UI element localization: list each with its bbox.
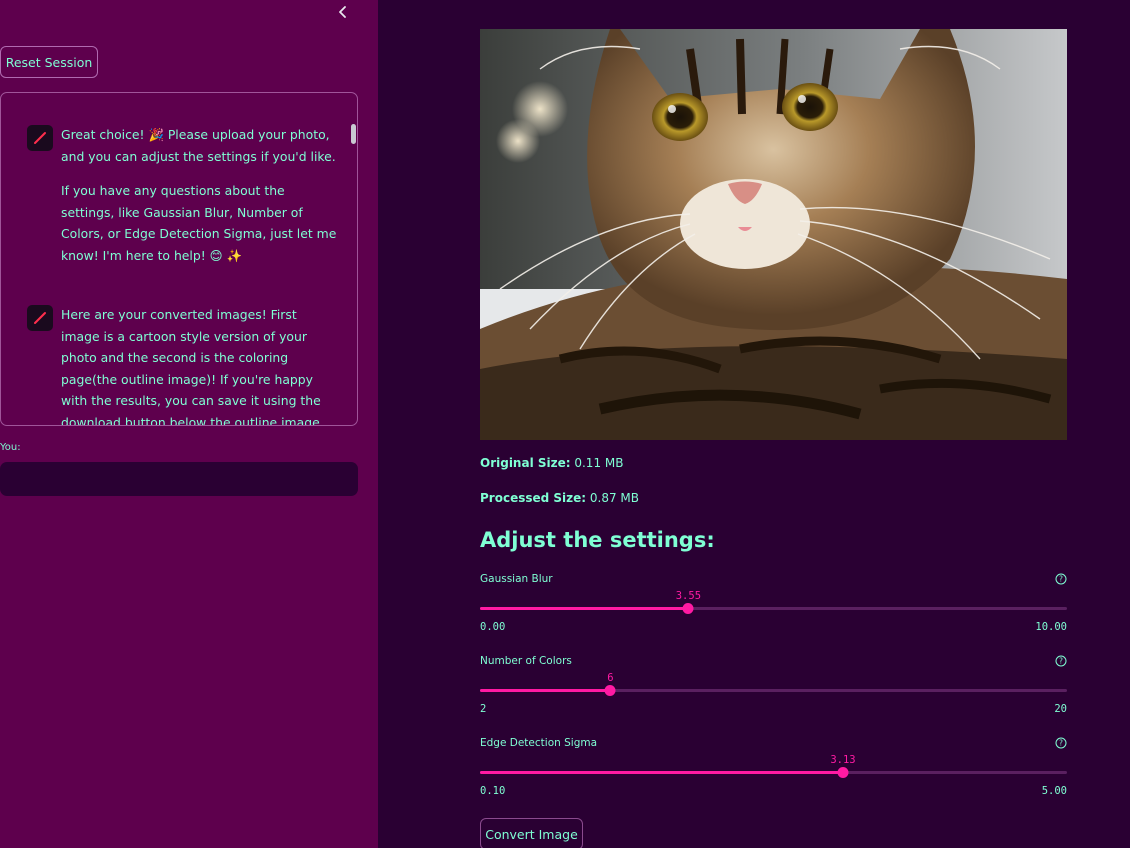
svg-text:?: ? [1059, 657, 1063, 666]
reset-session-button[interactable]: Reset Session [0, 46, 98, 78]
convert-image-button[interactable]: Convert Image [480, 818, 583, 848]
help-icon[interactable]: ? [1055, 573, 1067, 585]
slider-track[interactable] [480, 685, 1067, 696]
slider-min: 0.00 [480, 621, 506, 633]
number-of-colors-slider: Number of Colors ? 6 2 20 [480, 655, 1067, 735]
main-content: Original Size: 0.11 MB Processed Size: 0… [378, 0, 1130, 848]
assistant-avatar [27, 125, 53, 151]
original-size-value: 0.11 MB [570, 456, 624, 470]
slider-value: 6 [607, 672, 614, 684]
assistant-avatar [27, 305, 53, 331]
sidebar: Reset Session Great choice! 🎉 Please upl… [0, 0, 378, 848]
original-size-label: Original Size: [480, 456, 571, 470]
gaussian-blur-slider: Gaussian Blur ? 3.55 0.00 10.00 [480, 573, 1067, 653]
svg-text:?: ? [1059, 739, 1063, 748]
collapse-sidebar-button[interactable] [334, 3, 352, 21]
message-paragraph: Here are your converted images! First im… [61, 307, 324, 425]
original-size-info: Original Size: 0.11 MB [480, 456, 623, 470]
processed-size-label: Processed Size: [480, 491, 587, 505]
processed-size-value: 0.87 MB [586, 491, 640, 505]
slider-fill [480, 607, 689, 610]
slider-max: 20 [1054, 703, 1067, 715]
chat-input[interactable] [0, 462, 358, 496]
help-icon[interactable]: ? [1055, 737, 1067, 749]
slider-value: 3.13 [830, 754, 856, 766]
chat-scroll-area: Great choice! 🎉 Please upload your photo… [1, 93, 357, 425]
slider-label: Edge Detection Sigma [480, 737, 598, 749]
slider-thumb[interactable] [604, 685, 616, 696]
slider-max: 10.00 [1035, 621, 1067, 633]
slider-thumb[interactable] [837, 767, 849, 778]
slider-max: 5.00 [1041, 785, 1067, 797]
chat-history[interactable]: Great choice! 🎉 Please upload your photo… [0, 92, 358, 426]
slider-value: 3.55 [675, 590, 702, 602]
svg-text:?: ? [1059, 575, 1063, 584]
slider-label: Number of Colors [480, 655, 572, 667]
slider-track[interactable] [480, 603, 1067, 614]
message-text: Here are your converted images! First im… [61, 304, 337, 425]
slider-min: 2 [480, 703, 487, 715]
slider-fill [480, 689, 611, 692]
edge-detection-sigma-slider: Edge Detection Sigma ? 3.13 0.10 5.00 [480, 737, 1067, 817]
slider-thumb[interactable] [682, 603, 694, 614]
chat-input-label: You: [0, 442, 21, 453]
cat-photo [480, 29, 1067, 440]
processed-size-info: Processed Size: 0.87 MB [480, 491, 639, 505]
slider-track[interactable] [480, 767, 1067, 778]
slider-min: 0.10 [480, 785, 506, 797]
message-paragraph: If you have any questions about the sett… [61, 183, 337, 263]
slider-fill [480, 771, 843, 774]
help-icon[interactable]: ? [1055, 655, 1067, 667]
message-text: Great choice! 🎉 Please upload your photo… [61, 124, 337, 279]
chat-scrollbar[interactable] [351, 124, 356, 144]
message-paragraph: Great choice! 🎉 Please upload your photo… [61, 127, 336, 164]
chevron-left-icon [339, 6, 346, 18]
pencil-icon [34, 132, 46, 144]
pencil-icon [34, 312, 46, 324]
slider-label: Gaussian Blur [480, 573, 553, 585]
settings-heading: Adjust the settings: [480, 528, 715, 552]
